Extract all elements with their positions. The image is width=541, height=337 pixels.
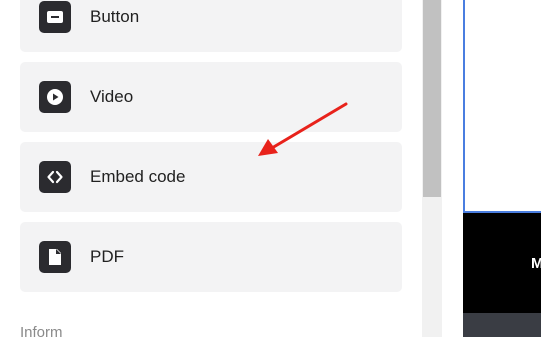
annotation-arrow <box>258 102 348 156</box>
